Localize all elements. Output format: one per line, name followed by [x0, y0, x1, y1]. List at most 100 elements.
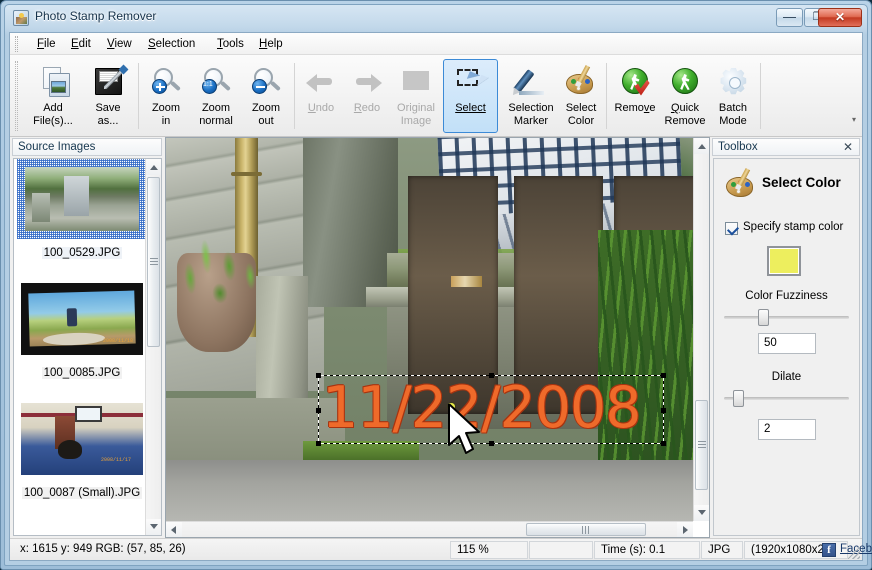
scrollbar-thumb[interactable]: [526, 523, 646, 536]
scroll-down-arrow-icon[interactable]: [146, 519, 161, 535]
thumbnail-image: [25, 167, 139, 231]
toolbox-panel: Toolbox ✕ Select Color Specify stamp col…: [710, 137, 862, 538]
selection-handle[interactable]: [661, 441, 666, 446]
canvas-horizontal-scrollbar[interactable]: [166, 521, 693, 537]
zoom-in-button[interactable]: Zoom in: [142, 59, 190, 133]
selection-handle[interactable]: [661, 373, 666, 378]
add-files-button[interactable]: Add File(s)...: [24, 59, 82, 133]
close-icon[interactable]: ✕: [841, 141, 855, 155]
toolbox-content: Select Color Specify stamp color Color F…: [713, 158, 860, 536]
minimize-button[interactable]: —: [776, 8, 803, 27]
menu-item-view[interactable]: View: [100, 36, 139, 53]
quick-remove-runner-icon: [668, 66, 702, 98]
zoom-in-icon: [149, 66, 183, 98]
scroll-up-arrow-icon[interactable]: [146, 159, 161, 175]
menu-item-tools[interactable]: Tools: [210, 36, 251, 53]
undo-label: Undo: [307, 102, 335, 114]
thumbnail-image: 2008/11/18: [21, 283, 143, 355]
slider-knob[interactable]: [732, 390, 744, 407]
status-blank-cell: [529, 541, 593, 559]
status-file-format: JPG: [701, 541, 743, 559]
toolbox-title: Toolbox: [718, 141, 758, 153]
menu-item-selection[interactable]: Selection: [141, 36, 202, 53]
batch-mode-button[interactable]: Batch Mode: [710, 59, 756, 133]
scroll-down-arrow-icon[interactable]: [694, 505, 709, 521]
original-image-button[interactable]: Original Image: [390, 59, 442, 133]
facebook-icon: f: [822, 543, 836, 557]
toolbox-section-title: Select Color: [762, 175, 841, 190]
status-coordinates: x: 1615 y: 949 RGB: (57, 85, 26): [20, 543, 186, 555]
checkbox-icon[interactable]: [725, 222, 738, 235]
thumbnail-list[interactable]: 100_0529.JPG 2008/11/18 100_0085.JPG 200…: [13, 158, 162, 536]
menu-item-edit[interactable]: Edit: [64, 36, 98, 53]
close-icon: ✕: [834, 10, 846, 24]
thumbnail-date-stamp: 2008/11/17: [100, 457, 131, 463]
source-images-panel: Source Images 100_0529.JPG 2008/11/18 10…: [10, 137, 164, 538]
slider-track[interactable]: [724, 316, 849, 319]
menu-item-file[interactable]: File: [30, 36, 63, 53]
close-button[interactable]: ✕: [818, 8, 862, 27]
selection-handle[interactable]: [661, 407, 666, 413]
stamp-color-swatch[interactable]: [767, 246, 801, 276]
undo-button[interactable]: Undo: [298, 59, 344, 133]
thumbnail-caption: 100_0085.JPG: [41, 367, 123, 379]
scroll-left-arrow-icon[interactable]: [166, 522, 182, 537]
image-canvas-area: 11/22/2008: [165, 137, 710, 538]
zoom-normal-button[interactable]: Zoomnormal: [190, 59, 242, 133]
canvas-vertical-scrollbar[interactable]: [693, 138, 709, 521]
app-icon: [13, 10, 29, 26]
zoom-out-button[interactable]: Zoom out: [242, 59, 290, 133]
list-item[interactable]: 100_0529.JPG: [14, 159, 150, 279]
scrollbar-thumb[interactable]: [695, 400, 708, 490]
redo-arrow-icon: [350, 66, 384, 98]
remove-button[interactable]: Remove: [610, 59, 660, 133]
scrollbar-thumb[interactable]: [147, 177, 160, 347]
title-bar[interactable]: Photo Stamp Remover — ❐ ✕: [5, 5, 867, 31]
selection-handle[interactable]: [316, 373, 321, 378]
list-item[interactable]: 2008/11/17 100_0087 (Small).JPG: [14, 399, 150, 519]
quick-remove-button[interactable]: Quick Remove: [660, 59, 710, 133]
photo-stone-pillar: [303, 138, 398, 307]
menu-item-help[interactable]: Help: [252, 36, 290, 53]
sidebar-vertical-scrollbar[interactable]: [145, 159, 161, 535]
dilate-slider[interactable]: [724, 389, 849, 407]
slider-knob[interactable]: [757, 309, 769, 326]
color-fuzziness-slider[interactable]: [724, 308, 849, 326]
status-elapsed-time: Time (s): 0.1: [594, 541, 700, 559]
source-images-title: Source Images: [12, 138, 162, 156]
toolbar-overflow-chevron-down-icon[interactable]: ▾: [852, 115, 856, 124]
specify-stamp-color-checkbox[interactable]: Specify stamp color: [725, 221, 855, 237]
dilate-label: Dilate: [771, 371, 802, 383]
save-as-button[interactable]: Save as...: [82, 59, 134, 133]
window-resize-grip[interactable]: [847, 546, 860, 559]
color-palette-icon: [724, 167, 758, 199]
toolbar-separator-3: [606, 63, 607, 129]
selection-handle[interactable]: [316, 441, 321, 446]
dilate-input[interactable]: 2: [758, 419, 816, 440]
select-color-label: Select Color: [565, 102, 597, 127]
add-file-icon: [36, 66, 70, 98]
toolbar-separator-4: [760, 63, 761, 129]
client-area: File Edit View Selection Tools Help Add F…: [9, 32, 872, 561]
selection-marker-button[interactable]: Selection Marker: [501, 59, 561, 133]
scroll-right-arrow-icon[interactable]: [677, 522, 693, 537]
toolbar-grip-handle[interactable]: [14, 61, 19, 131]
selection-handle[interactable]: [489, 441, 494, 446]
zoom-out-label: Zoom out: [251, 102, 281, 127]
select-color-button[interactable]: Select Color: [558, 59, 604, 133]
selection-handle[interactable]: [316, 407, 321, 413]
select-button[interactable]: Select: [443, 59, 498, 133]
photo-viewport[interactable]: 11/22/2008: [166, 138, 693, 521]
color-fuzziness-label: Color Fuzziness: [745, 290, 828, 302]
list-item[interactable]: 2008/11/18 100_0085.JPG: [14, 279, 150, 399]
photo-offering: [450, 275, 483, 288]
selection-marker-label: Selection Marker: [508, 102, 554, 127]
menu-grip-handle[interactable]: [14, 36, 19, 52]
remove-runner-check-icon: [618, 66, 652, 98]
thumbnail-image: 2008/11/17: [21, 403, 143, 475]
scroll-up-arrow-icon[interactable]: [694, 138, 709, 154]
color-fuzziness-input[interactable]: 50: [758, 333, 816, 354]
main-toolbar: Add File(s)... Save as... Zoom in 1:1 Zo…: [10, 55, 862, 137]
redo-button[interactable]: Redo: [344, 59, 390, 133]
thumbnail-caption: 100_0087 (Small).JPG: [21, 487, 143, 499]
